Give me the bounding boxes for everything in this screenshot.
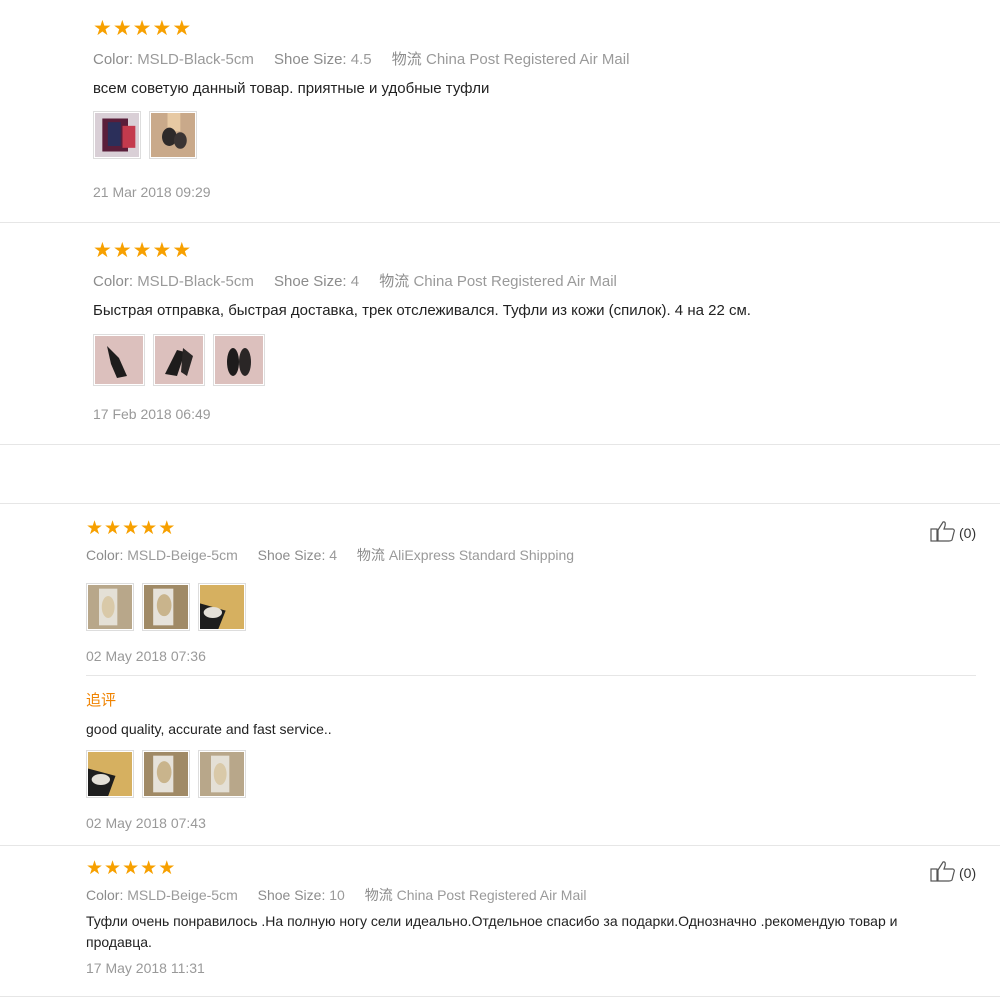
shipping-label: 物流	[356, 547, 385, 563]
review-text-line2: продавца.	[86, 934, 152, 950]
review-meta: Color: MSLD-Beige-5cm Shoe Size: 10 物流 C…	[86, 885, 586, 905]
review-photo[interactable]	[213, 334, 265, 386]
star-icon: ★	[172, 239, 192, 262]
divider	[0, 222, 1000, 223]
review-photo[interactable]	[153, 334, 205, 386]
color-value: MSLD-Beige-5cm	[127, 547, 238, 563]
review-photo[interactable]	[142, 750, 190, 798]
color-value: MSLD-Beige-5cm	[127, 887, 238, 903]
star-icon: ★	[93, 17, 112, 40]
star-icon: ★	[122, 518, 140, 539]
star-icon: ★	[104, 518, 122, 539]
review-text: всем советую данный товар. приятные и уд…	[93, 80, 490, 97]
review-date: 21 Mar 2018 09:29	[93, 184, 211, 200]
review-photo[interactable]	[198, 750, 246, 798]
size-label: Shoe Size:	[274, 51, 347, 68]
color-value: MSLD-Black-5cm	[137, 51, 254, 68]
followup-photos	[86, 750, 246, 798]
like-button[interactable]: (0)	[930, 860, 976, 885]
divider	[0, 503, 1000, 504]
review-photos	[93, 334, 265, 386]
rating-stars: ★ ★ ★ ★ ★	[86, 858, 175, 879]
rating-stars: ★ ★ ★ ★ ★	[93, 240, 191, 261]
divider	[86, 675, 976, 676]
review-photo[interactable]	[93, 334, 145, 386]
like-button[interactable]: (0)	[930, 520, 976, 545]
like-count: (0)	[959, 524, 977, 541]
star-icon: ★	[112, 239, 132, 262]
star-icon: ★	[112, 17, 132, 40]
review-photos	[93, 111, 197, 159]
shipping-value: China Post Registered Air Mail	[396, 887, 587, 903]
followup-date: 02 May 2018 07:43	[86, 815, 206, 831]
color-label: Color:	[86, 887, 124, 903]
review-text: Быстрая отправка, быстрая доставка, трек…	[93, 302, 751, 319]
review-meta: Color: MSLD-Black-5cm Shoe Size: 4.5 物流 …	[93, 48, 629, 69]
star-icon: ★	[152, 17, 172, 40]
star-icon: ★	[93, 239, 112, 262]
review-photo[interactable]	[86, 750, 134, 798]
color-label: Color:	[93, 273, 134, 290]
divider	[0, 845, 1000, 846]
star-icon: ★	[86, 518, 104, 539]
review-date: 17 May 2018 11:31	[86, 960, 205, 976]
shipping-value: AliExpress Standard Shipping	[388, 547, 575, 563]
review-meta: Color: MSLD-Black-5cm Shoe Size: 4 物流 Ch…	[93, 270, 617, 291]
size-value: 4	[329, 547, 338, 563]
rating-stars: ★ ★ ★ ★ ★	[86, 518, 175, 539]
size-label: Shoe Size:	[257, 887, 326, 903]
star-icon: ★	[172, 17, 192, 40]
star-icon: ★	[132, 17, 152, 40]
thumbs-up-icon	[930, 520, 956, 545]
star-icon: ★	[104, 858, 122, 879]
divider	[0, 444, 1000, 445]
followup-text: good quality, accurate and fast service.…	[86, 721, 332, 737]
rating-stars: ★ ★ ★ ★ ★	[93, 18, 191, 39]
color-value: MSLD-Black-5cm	[137, 273, 254, 290]
size-value: 10	[329, 887, 345, 903]
review-photo[interactable]	[142, 583, 190, 631]
followup-label: 追评	[86, 692, 117, 709]
size-label: Shoe Size:	[274, 273, 347, 290]
star-icon: ★	[86, 858, 104, 879]
star-icon: ★	[140, 858, 158, 879]
review-meta: Color: MSLD-Beige-5cm Shoe Size: 4 物流 Al…	[86, 545, 574, 565]
star-icon: ★	[158, 858, 176, 879]
star-icon: ★	[140, 518, 158, 539]
size-value: 4	[350, 273, 360, 290]
shipping-value: China Post Registered Air Mail	[425, 51, 630, 68]
shipping-value: China Post Registered Air Mail	[413, 273, 617, 290]
star-icon: ★	[152, 239, 172, 262]
shipping-label: 物流	[379, 273, 410, 290]
like-count: (0)	[959, 864, 977, 881]
review-date: 02 May 2018 07:36	[86, 648, 206, 664]
review-text: Туфли очень понравилось .На полную ногу …	[86, 913, 898, 929]
shipping-label: 物流	[364, 887, 393, 903]
size-label: Shoe Size:	[257, 547, 326, 563]
size-value: 4.5	[350, 51, 372, 68]
review-photos	[86, 583, 246, 631]
divider	[0, 996, 1000, 997]
thumbs-up-icon	[930, 860, 956, 885]
star-icon: ★	[158, 518, 176, 539]
review-date: 17 Feb 2018 06:49	[93, 406, 211, 422]
shipping-label: 物流	[391, 51, 422, 68]
review-photo[interactable]	[93, 111, 141, 159]
review-photo[interactable]	[149, 111, 197, 159]
review-photo[interactable]	[86, 583, 134, 631]
color-label: Color:	[86, 547, 124, 563]
color-label: Color:	[93, 51, 134, 68]
review-photo[interactable]	[198, 583, 246, 631]
star-icon: ★	[122, 858, 140, 879]
star-icon: ★	[132, 239, 152, 262]
